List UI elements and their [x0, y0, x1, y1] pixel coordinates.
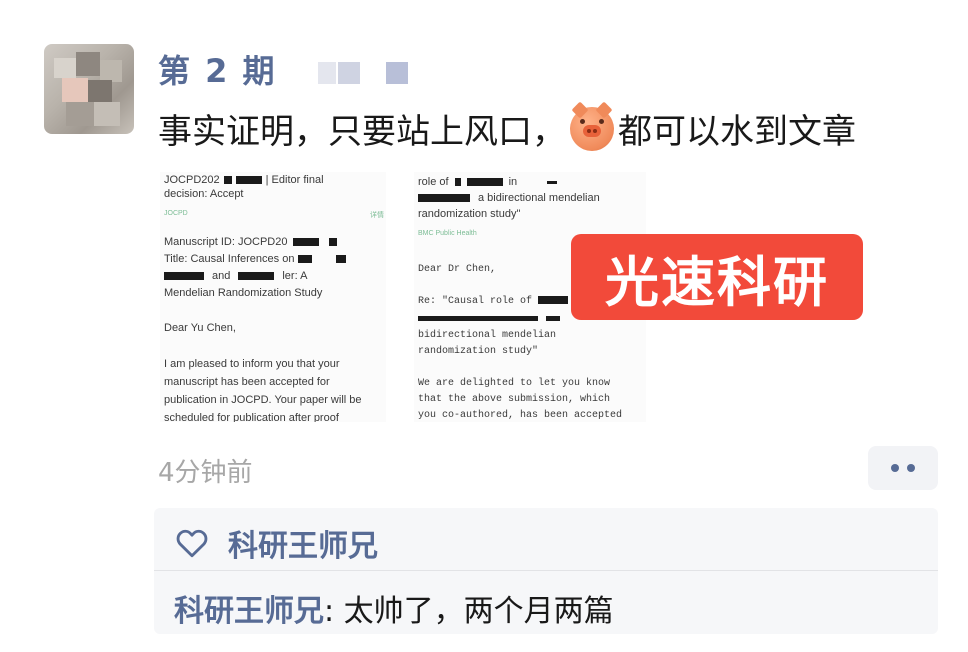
comment-author[interactable]: 科研王师兄: [174, 594, 324, 629]
redaction-bar: [466, 178, 503, 187]
shot-text: manuscript has been accepted for: [164, 376, 330, 388]
shot-text: and: [212, 270, 231, 282]
shot-text: publication in JOCPD. Your paper will be: [164, 394, 362, 406]
post-text-part2: 都可以水到文章: [618, 112, 856, 152]
name-redaction-tile: [318, 62, 336, 84]
attached-image-acceptance-email[interactable]: JOCPD202 | Editor final decision: Accept …: [160, 172, 386, 422]
redaction-bar: [547, 180, 558, 184]
shot-text: a bidirectional mendelian: [478, 192, 600, 204]
shot-text: JOCPD202: [164, 174, 220, 186]
shot-text: ler: A: [282, 270, 308, 282]
redaction-bar: [298, 255, 313, 264]
comment-separator: :: [324, 594, 344, 629]
post-text: 事实证明，只要站上风口， 都可以水到文章: [158, 101, 856, 153]
shot-text: Re: "Causal role of: [418, 296, 533, 307]
redaction-bar: [418, 194, 470, 203]
shot-meta: JOCPD: [164, 210, 188, 217]
redaction-bar: [454, 178, 461, 187]
redaction-bar: [223, 176, 232, 185]
name-redaction-tile: [338, 62, 360, 84]
shot-text: in: [508, 176, 518, 188]
shot-text: that the above submission, which: [418, 394, 611, 405]
avatar-mosaic-tile: [100, 60, 122, 82]
shot-text: Title: Causal Inferences on: [164, 253, 295, 265]
avatar-mosaic-tile: [66, 102, 94, 126]
comment-text: 太帅了，两个月两篇: [343, 594, 614, 629]
name-redaction-tile: [386, 62, 408, 84]
avatar-mosaic-tile: [54, 58, 76, 78]
post-author-name[interactable]: 第 2 期: [158, 46, 277, 92]
redaction-bar: [329, 238, 338, 247]
shot-text: scheduled for publication after proof: [164, 412, 339, 422]
shot-text: Dear Dr Chen,: [418, 264, 497, 275]
heart-icon: [176, 529, 208, 558]
redaction-bar: [418, 315, 538, 321]
divider: [154, 570, 938, 571]
post-text-part1: 事实证明，只要站上风口，: [158, 112, 566, 152]
shot-text: decision: Accept: [164, 188, 244, 200]
redaction-bar: [164, 272, 204, 281]
more-actions-button[interactable]: [868, 446, 938, 490]
redaction-bar: [293, 238, 320, 247]
shot-text: Dear Yu Chen,: [164, 322, 236, 334]
likes-row: 科研王师兄: [174, 520, 378, 566]
like-user-name[interactable]: 科研王师兄: [228, 521, 378, 565]
redaction-bar: [238, 272, 275, 281]
watermark-badge: 光速科研: [571, 234, 863, 320]
shot-text: randomization study": [418, 346, 539, 357]
shot-text: role of: [418, 176, 449, 188]
shot-text: | Editor final: [265, 174, 324, 186]
shot-meta: BMC Public Health: [418, 230, 477, 237]
avatar[interactable]: [44, 44, 134, 134]
shot-text: Manuscript ID: JOCPD20: [164, 236, 288, 248]
shot-text: I am pleased to inform you that your: [164, 358, 340, 370]
redaction-bar: [538, 296, 569, 305]
avatar-mosaic-tile: [94, 102, 120, 126]
avatar-mosaic-tile: [76, 52, 100, 76]
shot-text: Mendelian Randomization Study: [164, 287, 323, 299]
shot-text: We are delighted to let you know: [418, 378, 611, 389]
shot-meta: 详情: [370, 212, 384, 219]
redaction-bar: [235, 176, 262, 185]
redaction-bar: [336, 255, 347, 264]
comment-item[interactable]: 科研王师兄: 太帅了，两个月两篇: [174, 586, 614, 630]
redaction-bar: [546, 315, 560, 321]
shot-text: you co-authored, has been accepted: [418, 410, 623, 421]
post-timestamp: 4分钟前: [158, 458, 253, 488]
avatar-mosaic-tile: [88, 80, 112, 102]
shot-text: randomization study": [418, 208, 521, 220]
shot-text: bidirectional mendelian: [418, 330, 557, 341]
more-dots-icon: [891, 464, 899, 472]
likes-comments-panel: 科研王师兄 科研王师兄: 太帅了，两个月两篇: [154, 508, 938, 634]
pig-face-icon: [570, 101, 614, 151]
more-dots-icon: [907, 464, 915, 472]
avatar-mosaic-tile: [62, 78, 88, 102]
